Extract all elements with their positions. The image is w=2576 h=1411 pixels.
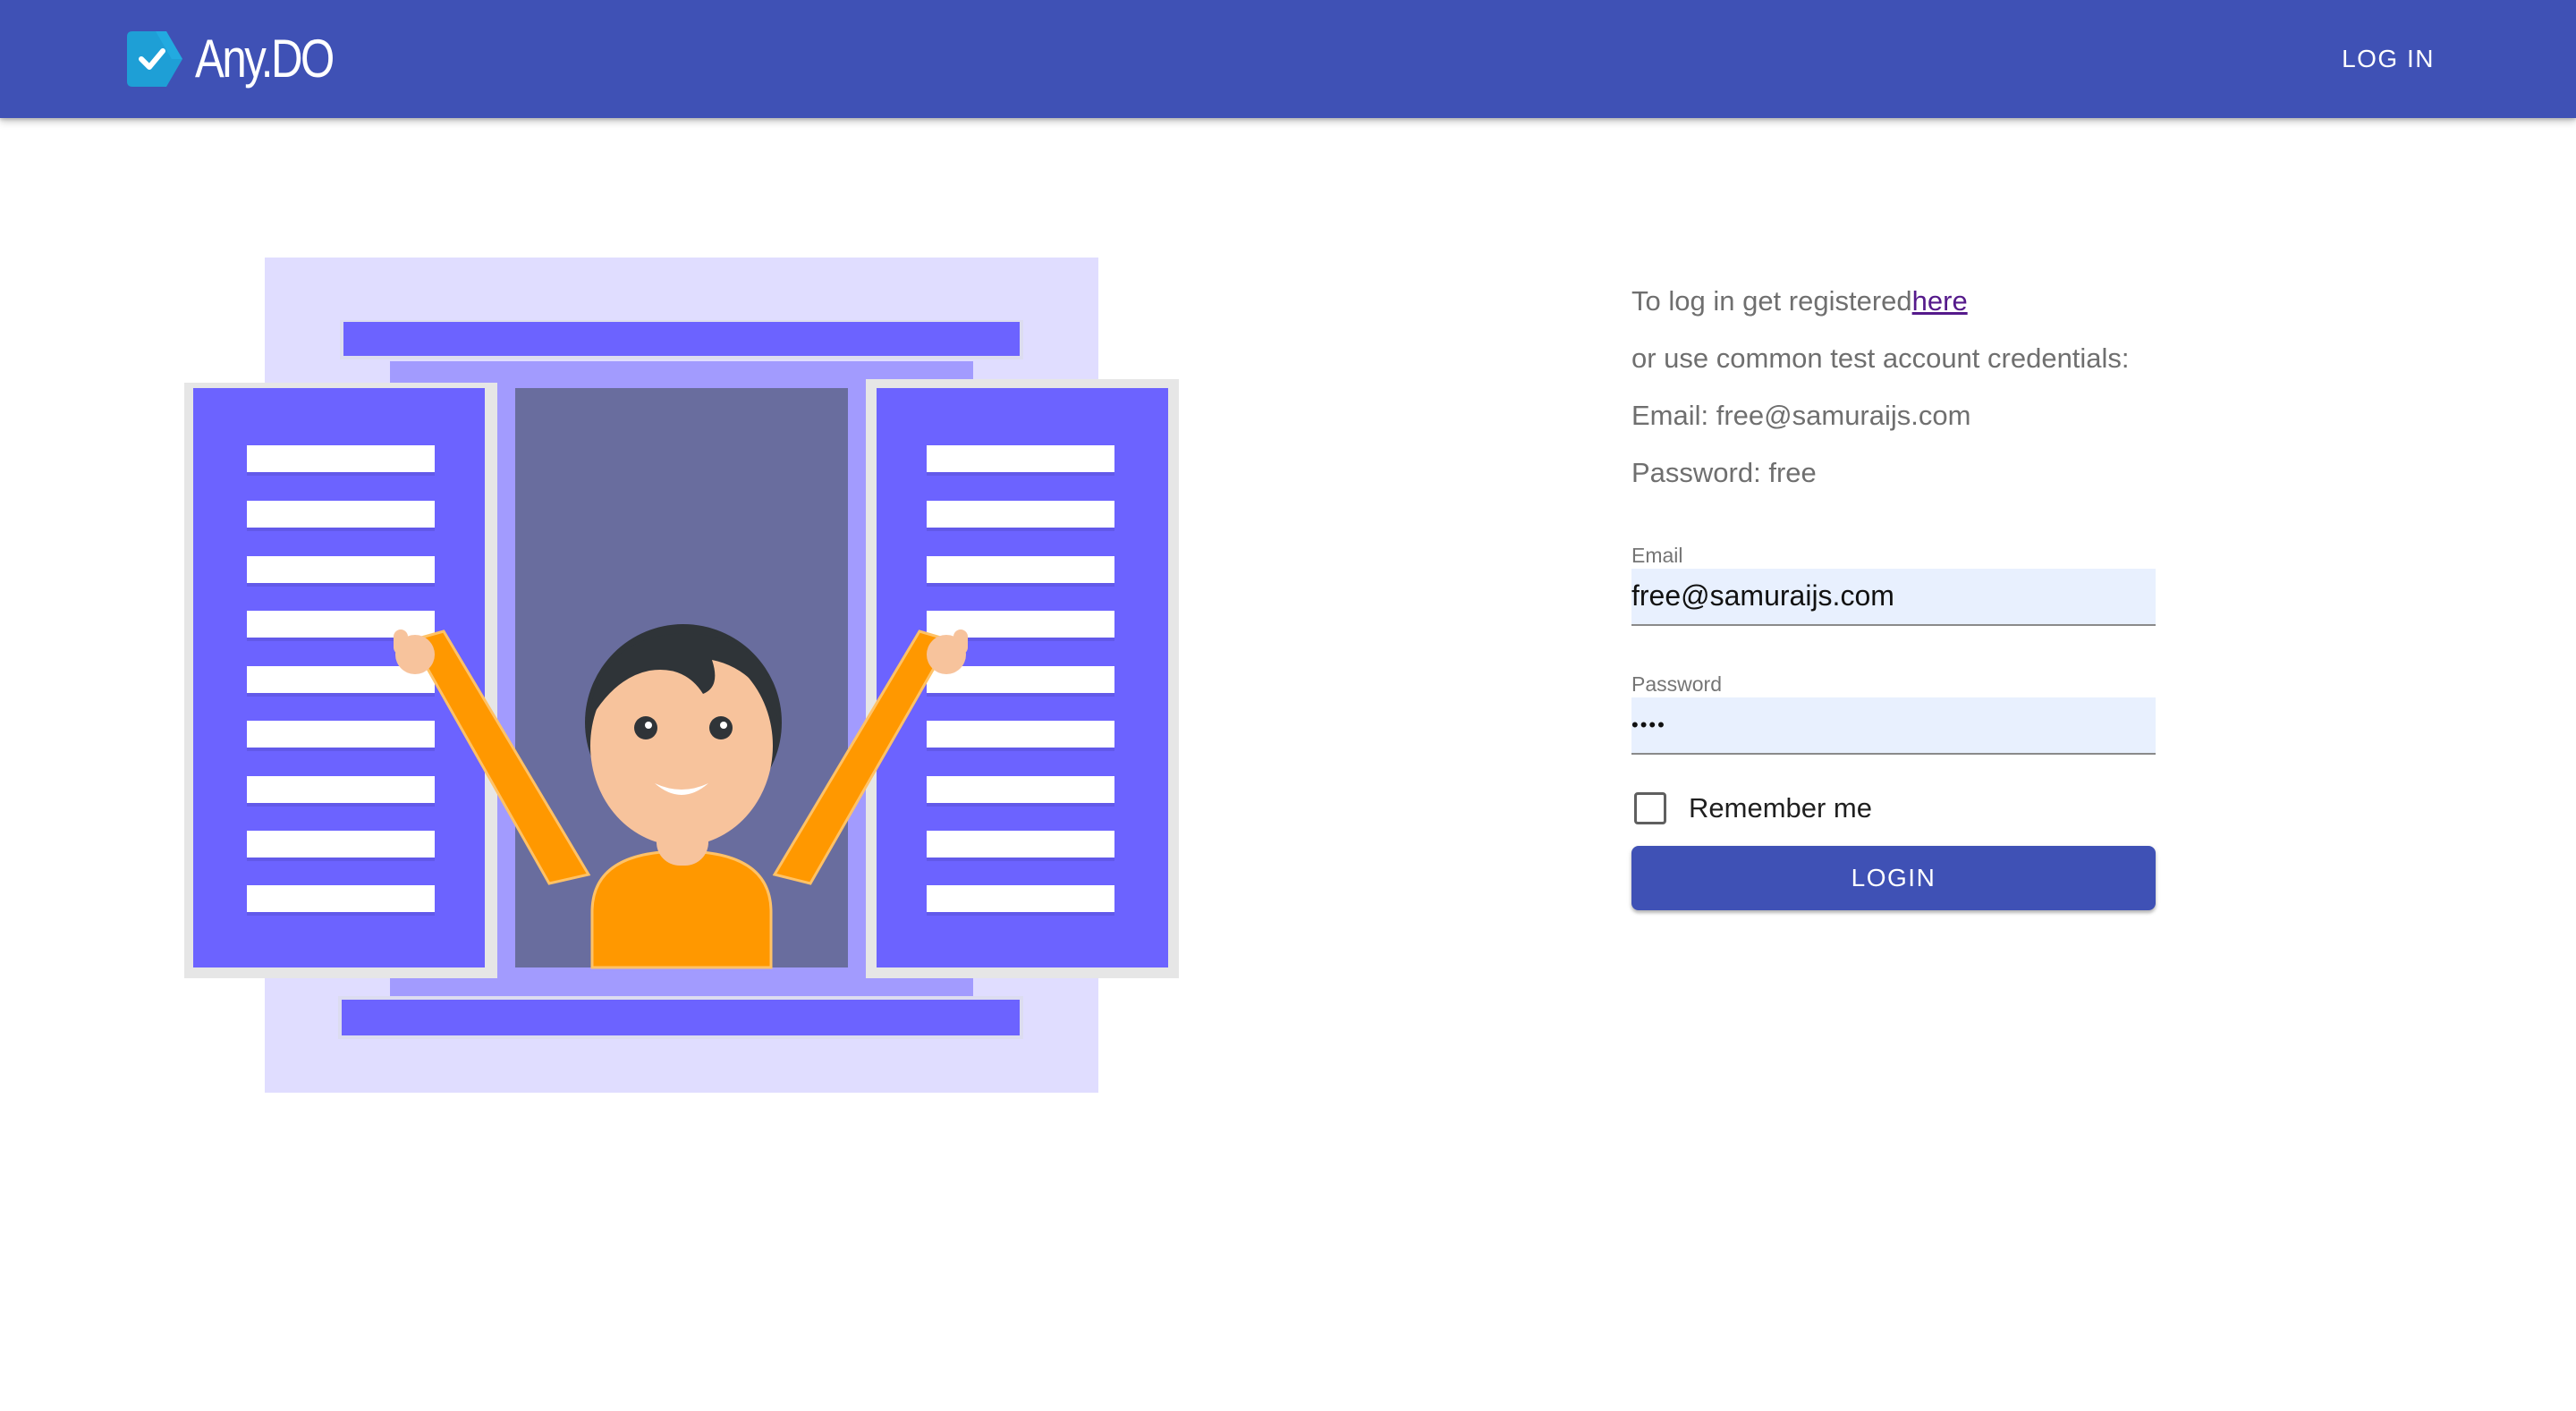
remember-me[interactable]: Remember me	[1631, 782, 2159, 835]
remember-me-checkbox[interactable]	[1634, 792, 1666, 824]
checkmark-tag-icon	[127, 31, 184, 87]
register-link[interactable]: here	[1912, 285, 1968, 317]
email-input[interactable]: free@samuraijs.com	[1631, 569, 2156, 626]
remember-me-label: Remember me	[1689, 792, 1872, 824]
header-login-link[interactable]: LOG IN	[2342, 36, 2435, 82]
password-label: Password	[1631, 672, 1722, 696]
app-bar: Any.DO LOG IN	[0, 0, 2576, 118]
window-illustration	[184, 258, 1179, 1098]
email-label: Email	[1631, 544, 1683, 567]
test-password-hint: Password: free	[1631, 457, 1817, 488]
register-hint: To log in get registeredhere	[1631, 277, 2159, 334]
login-panel: To log in get registeredhere or use comm…	[1631, 277, 2159, 910]
brand-logo[interactable]: Any.DO	[127, 23, 363, 95]
password-input[interactable]: ••••	[1631, 697, 2156, 755]
email-field: Email free@samuraijs.com	[1631, 542, 2156, 626]
test-email-hint: Email: free@samuraijs.com	[1631, 400, 1971, 431]
test-account-hint: or use common test account credentials:	[1631, 342, 2130, 374]
login-button[interactable]: LOGIN	[1631, 846, 2156, 910]
password-field: Password ••••	[1631, 671, 2156, 755]
brand-name: Any.DO	[195, 29, 335, 89]
register-hint-text: To log in get registered	[1631, 285, 1912, 317]
